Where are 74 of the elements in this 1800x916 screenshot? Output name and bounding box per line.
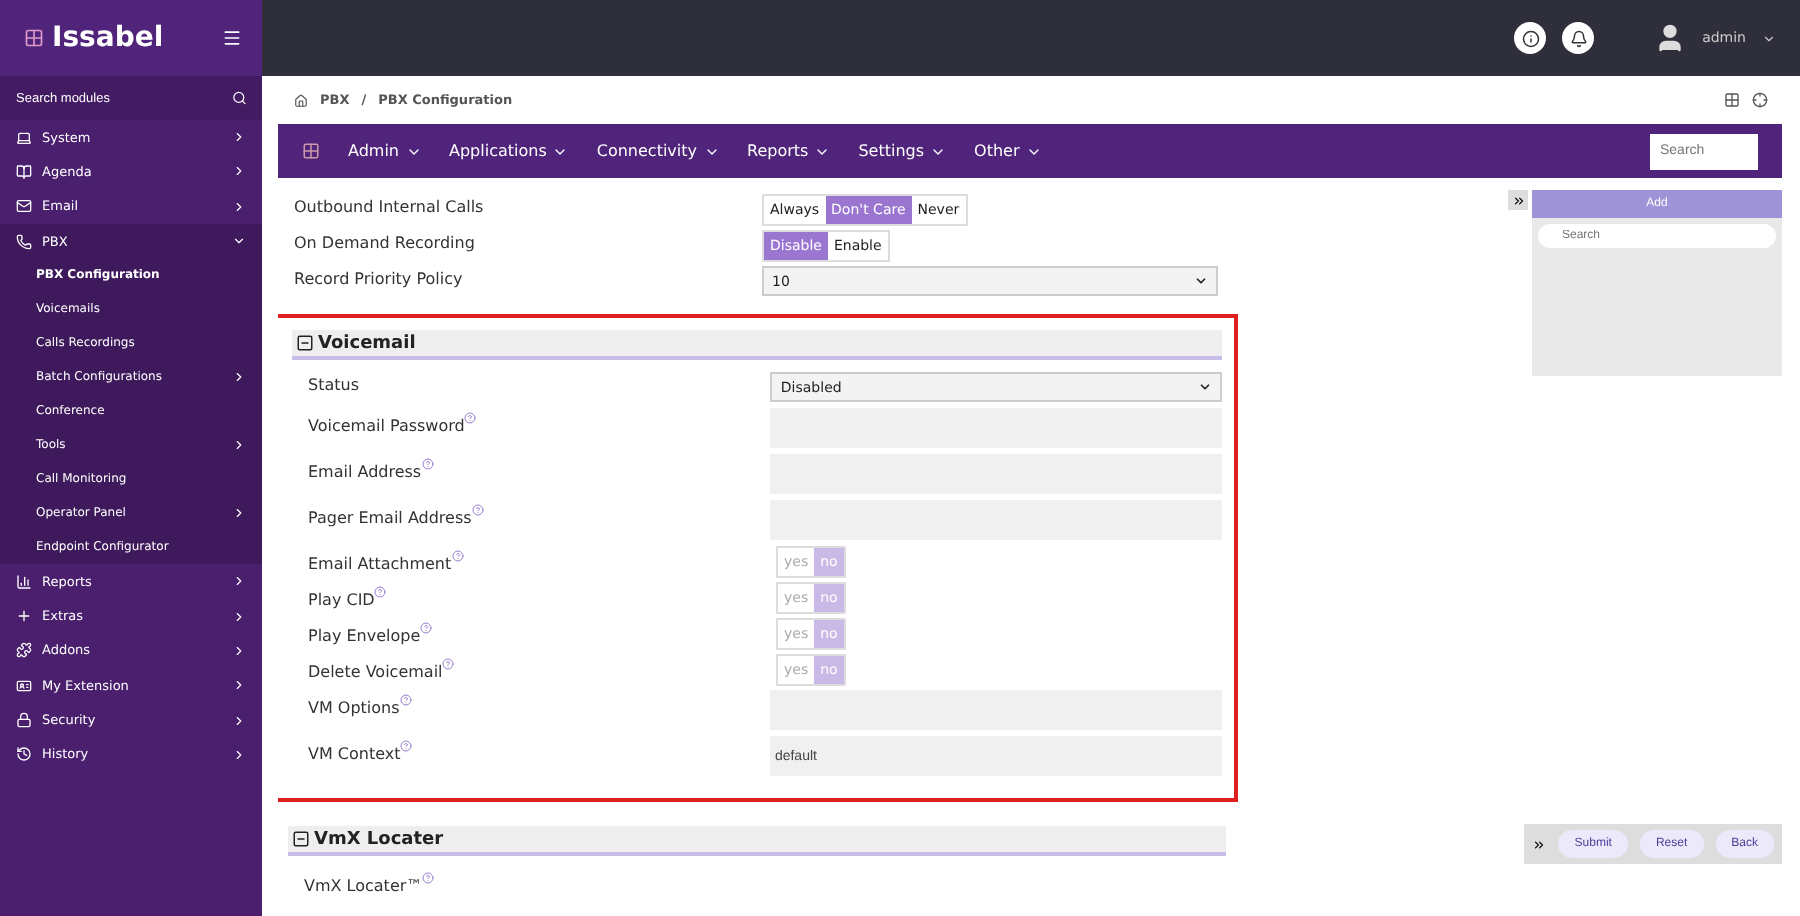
lock-icon bbox=[16, 712, 32, 729]
menu-item[interactable]: Admin bbox=[348, 142, 399, 160]
grid-icon[interactable] bbox=[1724, 92, 1740, 108]
bar-chart-icon bbox=[16, 573, 32, 590]
field-label: Voicemail Password bbox=[308, 408, 771, 436]
chevron-icon bbox=[232, 678, 246, 693]
field-label: VmX Locater™ bbox=[304, 868, 772, 896]
menu-icon[interactable] bbox=[222, 28, 242, 48]
chevron-icon bbox=[232, 164, 246, 179]
phone-icon bbox=[16, 233, 32, 250]
chevron-icon bbox=[232, 234, 246, 249]
chevron-icon bbox=[232, 643, 246, 658]
chevron-icon bbox=[232, 574, 246, 589]
field-label: Pager Email Address bbox=[308, 500, 771, 528]
chevron-icon bbox=[232, 199, 246, 214]
section-title: Voicemail bbox=[318, 333, 416, 353]
info-icon bbox=[1521, 29, 1540, 47]
laptop-icon bbox=[16, 129, 32, 146]
field-label: Email Attachment bbox=[308, 546, 776, 574]
field-label: Delete Voicemail bbox=[308, 654, 776, 682]
chevron-icon bbox=[232, 438, 246, 453]
caret-icon bbox=[1762, 31, 1776, 45]
user-avatar-icon bbox=[1654, 22, 1687, 54]
logo-icon bbox=[302, 142, 320, 160]
chevron-icon bbox=[232, 130, 246, 145]
collapse-icon bbox=[296, 334, 314, 352]
field-label: Status bbox=[308, 374, 361, 394]
field-label: Email Address bbox=[308, 454, 771, 482]
menu-item[interactable]: Applications bbox=[449, 142, 547, 160]
dropdown-icon bbox=[1194, 274, 1208, 288]
chevrons-icon[interactable] bbox=[1532, 837, 1547, 851]
help-icon[interactable] bbox=[421, 458, 434, 470]
bell-button[interactable] bbox=[1562, 22, 1595, 54]
plus-icon bbox=[16, 608, 32, 625]
field-label: Outbound Internal Calls bbox=[294, 196, 486, 216]
history-icon bbox=[16, 746, 32, 763]
section-title: VmX Locater bbox=[314, 829, 444, 849]
help-icon[interactable] bbox=[422, 872, 435, 884]
section-header[interactable]: VmX Locater bbox=[288, 826, 1226, 856]
search-icon bbox=[231, 90, 246, 106]
menu-item[interactable]: Reports bbox=[747, 142, 809, 160]
chevron-icon bbox=[232, 506, 246, 521]
dropdown-icon bbox=[1198, 380, 1212, 394]
logo-icon bbox=[24, 28, 44, 48]
help-icon[interactable] bbox=[471, 504, 484, 516]
collapse-icon bbox=[292, 830, 310, 848]
id-card-icon bbox=[16, 677, 32, 694]
logo: Issabel bbox=[52, 22, 164, 54]
help-icon[interactable] bbox=[400, 740, 413, 752]
menu-item[interactable]: Connectivity bbox=[596, 142, 698, 160]
section-header[interactable]: Voicemail bbox=[292, 330, 1222, 360]
chevron-icon bbox=[232, 713, 246, 728]
field-label: Play CID bbox=[308, 582, 776, 610]
expand-toggle[interactable] bbox=[1508, 190, 1528, 210]
chevron-icon bbox=[232, 609, 246, 624]
bell-icon bbox=[1569, 29, 1588, 47]
envelope-icon bbox=[16, 198, 32, 215]
chevron-icon bbox=[232, 747, 246, 762]
field-label: VM Context bbox=[308, 736, 771, 764]
puzzle-icon bbox=[16, 642, 32, 659]
chevrons-icon bbox=[1511, 193, 1525, 207]
chevron-icon bbox=[232, 370, 246, 385]
menu-item[interactable]: Settings bbox=[858, 142, 925, 160]
field-label: On Demand Recording bbox=[294, 232, 477, 252]
menu-item[interactable]: Other bbox=[974, 142, 1020, 160]
field-label: Play Envelope bbox=[308, 618, 776, 646]
field-label: VM Options bbox=[308, 690, 771, 718]
home-icon[interactable] bbox=[294, 93, 308, 107]
help-icon[interactable] bbox=[399, 694, 412, 706]
crosshair-icon[interactable] bbox=[1752, 92, 1768, 108]
field-label: Record Priority Policy bbox=[294, 268, 465, 288]
book-icon bbox=[16, 163, 32, 180]
info-button[interactable] bbox=[1514, 22, 1547, 54]
help-icon[interactable] bbox=[464, 412, 477, 424]
